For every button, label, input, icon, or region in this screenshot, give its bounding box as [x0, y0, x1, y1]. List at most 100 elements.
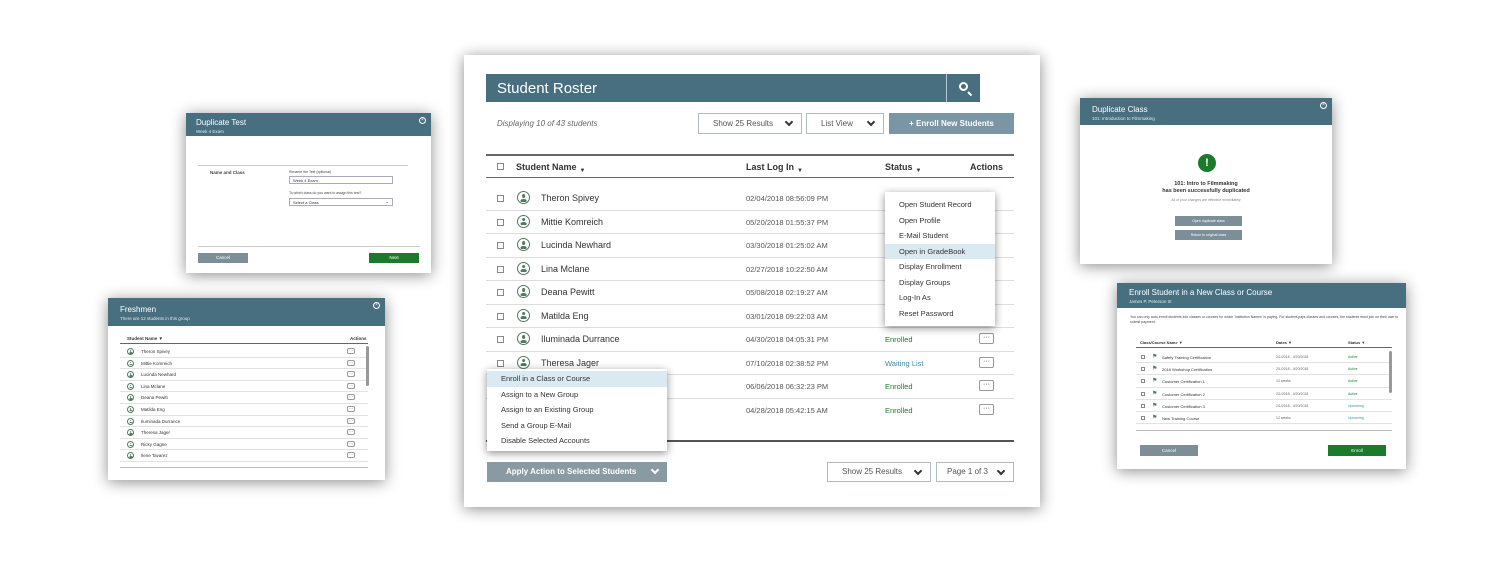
open-duplicate-button[interactable]: Open duplicate class: [1175, 216, 1242, 226]
more-actions-icon[interactable]: ···: [347, 405, 355, 412]
more-actions-icon[interactable]: ···: [347, 382, 355, 389]
row-checkbox[interactable]: [1141, 355, 1145, 359]
row-checkbox[interactable]: [497, 289, 504, 296]
class-name[interactable]: Customer Certification 1: [1162, 379, 1205, 384]
menu-item-display-enrollment[interactable]: Display Enrollment: [885, 259, 995, 275]
student-name[interactable]: Theresa Jager: [141, 430, 170, 435]
col-status[interactable]: Status ▼: [1348, 340, 1365, 345]
table-row[interactable]: ⚑ Safety Training Certification 2/1/2018 -…: [1136, 351, 1392, 364]
close-icon[interactable]: ×: [373, 302, 380, 309]
row-checkbox[interactable]: [497, 242, 504, 249]
class-name[interactable]: Safety Training Certification: [1162, 355, 1211, 360]
row-checkbox[interactable]: [497, 359, 504, 367]
list-item[interactable]: Theresa Jager ···: [120, 427, 368, 439]
more-actions-icon[interactable]: ···: [347, 429, 355, 436]
view-mode-dropdown[interactable]: List View: [806, 113, 884, 134]
table-row[interactable]: ⚑ Customer Certification 1 12 weeks Active: [1136, 375, 1392, 388]
menu-item-display-groups[interactable]: Display Groups: [885, 275, 995, 291]
scrollbar[interactable]: [1389, 351, 1392, 393]
student-name[interactable]: Lina Mclane: [541, 264, 590, 274]
list-item[interactable]: Lucinda Newhard ···: [120, 369, 368, 381]
col-student-name[interactable]: Student Name ▼: [516, 162, 585, 174]
list-item[interactable]: Ilene Tavarez ···: [120, 450, 368, 462]
list-item[interactable]: Ricky Gagne ···: [120, 439, 368, 451]
col-dates[interactable]: Dates ▼: [1276, 340, 1292, 345]
enroll-new-students-button[interactable]: + Enroll New Students: [889, 113, 1014, 134]
menu-item-disable-accounts[interactable]: Disable Selected Accounts: [487, 433, 667, 449]
row-checkbox[interactable]: [1141, 379, 1145, 384]
student-name[interactable]: Mittie Komreich: [541, 217, 603, 227]
col-status[interactable]: Status ▼: [885, 162, 921, 174]
list-item[interactable]: Iluminada Durrance ···: [120, 416, 368, 428]
table-row[interactable]: ⚑ Customer Certification 3 2/1/2018 - 4/20…: [1136, 400, 1392, 412]
student-name[interactable]: Theron Spivey: [541, 193, 599, 203]
cancel-button[interactable]: Cancel: [1140, 445, 1198, 456]
student-name[interactable]: Iluminada Durrance: [541, 334, 620, 344]
more-actions-icon[interactable]: ···: [347, 348, 355, 354]
class-name[interactable]: New Training Course: [1162, 416, 1199, 421]
close-icon[interactable]: ×: [419, 117, 426, 124]
menu-item-open-profile[interactable]: Open Profile: [885, 213, 995, 229]
class-select[interactable]: Select a Class ⌄: [289, 198, 393, 206]
class-name[interactable]: Customer Certification 3: [1162, 404, 1205, 409]
scrollbar[interactable]: [366, 346, 369, 386]
row-checkbox[interactable]: [497, 218, 504, 226]
menu-item-open-record[interactable]: Open Student Record: [885, 197, 995, 213]
more-actions-icon[interactable]: ···: [979, 403, 994, 415]
select-all-checkbox[interactable]: [497, 163, 504, 170]
cancel-button[interactable]: Cancel: [198, 253, 248, 263]
show-results-bottom-dropdown[interactable]: Show 25 Results: [827, 462, 931, 482]
row-checkbox[interactable]: [1141, 391, 1145, 396]
class-name[interactable]: 2018 Workshop Certification: [1162, 367, 1212, 372]
student-name[interactable]: Lina Mclane: [141, 384, 165, 389]
next-button[interactable]: Next: [369, 253, 419, 263]
more-actions-icon[interactable]: ···: [979, 333, 994, 344]
student-name[interactable]: Matilda Eng: [141, 407, 165, 412]
more-actions-icon[interactable]: ···: [347, 371, 355, 378]
menu-item-log-in-as[interactable]: Log-In As: [885, 290, 995, 306]
menu-item-new-group[interactable]: Assign to a New Group: [487, 387, 667, 403]
list-item[interactable]: Deana Pewitt ···: [120, 392, 368, 404]
return-original-button[interactable]: Return to original class: [1175, 230, 1242, 240]
menu-item-email-student[interactable]: E-Mail Student: [885, 228, 995, 244]
row-checkbox[interactable]: [1141, 415, 1145, 420]
student-name[interactable]: Theron Spivey: [141, 349, 170, 354]
menu-item-group-email[interactable]: Send a Group E-Mail: [487, 418, 667, 434]
student-name[interactable]: Lucinda Newhard: [141, 372, 176, 377]
search-button[interactable]: [946, 74, 980, 102]
menu-item-enroll[interactable]: Enroll in a Class or Course: [487, 371, 667, 387]
row-checkbox[interactable]: [1141, 403, 1145, 408]
student-name[interactable]: Iluminada Durrance: [141, 419, 180, 424]
menu-item-open-gradebook[interactable]: Open in GradeBook: [885, 243, 995, 259]
list-item[interactable]: Mittie Komreich ···: [120, 358, 368, 370]
table-row[interactable]: ⚑ Customer Certification 2 2/1/2018 - 4/20…: [1136, 388, 1392, 400]
more-actions-icon[interactable]: ···: [979, 356, 994, 368]
list-item[interactable]: Theron Spivey ···: [120, 346, 368, 358]
student-name[interactable]: Deana Pewitt: [541, 287, 595, 297]
student-name[interactable]: Lucinda Newhard: [541, 240, 611, 250]
menu-item-reset-password[interactable]: Reset Password: [885, 306, 995, 322]
more-actions-icon[interactable]: ···: [347, 440, 355, 447]
row-checkbox[interactable]: [497, 336, 504, 343]
row-checkbox[interactable]: [497, 195, 504, 202]
col-last-login[interactable]: Last Log In ▼: [746, 162, 803, 174]
table-row[interactable]: Iluminada Durrance 04/30/2018 04:05:31 PM…: [486, 328, 1014, 352]
enroll-button[interactable]: Enroll: [1328, 445, 1386, 456]
class-name[interactable]: Customer Certification 2: [1162, 392, 1205, 397]
row-checkbox[interactable]: [1141, 367, 1145, 372]
rename-test-input[interactable]: Week 4 Exam: [289, 176, 393, 184]
student-name[interactable]: Ricky Gagne: [141, 442, 167, 447]
apply-action-button[interactable]: Apply Action to Selected Students: [487, 462, 667, 482]
menu-item-existing-group[interactable]: Assign to an Existing Group: [487, 402, 667, 418]
show-results-dropdown[interactable]: Show 25 Results: [698, 113, 802, 134]
more-actions-icon[interactable]: ···: [347, 452, 355, 459]
more-actions-icon[interactable]: ···: [979, 380, 994, 391]
student-name[interactable]: Mittie Komreich: [141, 361, 172, 366]
list-item[interactable]: Matilda Eng ···: [120, 404, 368, 416]
more-actions-icon[interactable]: ···: [347, 417, 355, 424]
student-name[interactable]: Matilda Eng: [541, 311, 589, 321]
student-name[interactable]: Ilene Tavarez: [141, 453, 168, 458]
row-checkbox[interactable]: [497, 312, 504, 320]
row-checkbox[interactable]: [497, 265, 504, 273]
table-row[interactable]: ⚑ New Training Course 12 weeks Upcoming: [1136, 412, 1392, 425]
